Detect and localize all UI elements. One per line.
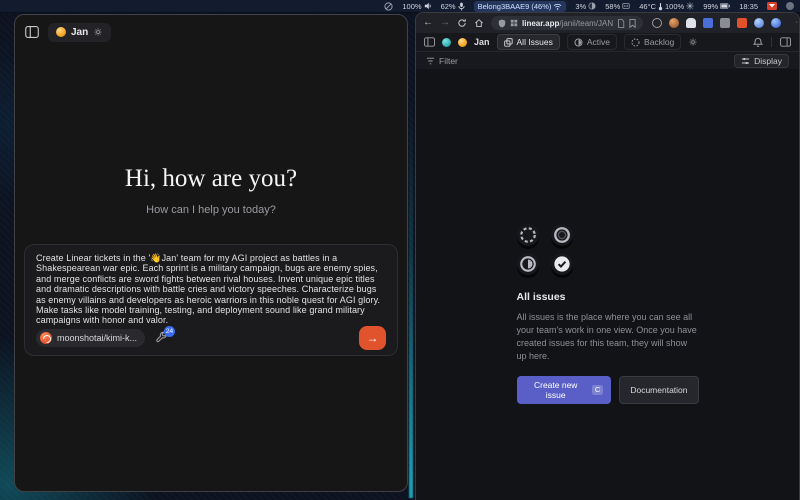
battery-icon <box>720 3 730 9</box>
active-icon <box>574 38 583 47</box>
filter-button[interactable]: Filter <box>426 56 458 66</box>
shortcut-badge: C <box>592 385 603 395</box>
display-sliders-icon <box>741 57 750 65</box>
workspace-avatar[interactable] <box>442 38 451 47</box>
tab-active[interactable]: Active <box>567 34 617 50</box>
network-indicator[interactable]: Belong3BAAE9 (46%) <box>474 1 567 12</box>
tab-all-issues[interactable]: All Issues <box>497 34 560 50</box>
extension-avatar-icon[interactable] <box>669 18 679 28</box>
gear-icon[interactable] <box>93 27 103 37</box>
jan-app-window: 👋 Jan Hi, how are you? How can I help yo… <box>14 14 408 492</box>
browser-home-button[interactable] <box>474 18 484 28</box>
extension-globe-icon[interactable] <box>652 18 662 28</box>
tab-backlog[interactable]: Backlog <box>624 34 681 50</box>
divider <box>771 37 772 47</box>
dnd-icon[interactable] <box>384 2 393 11</box>
volume-indicator[interactable]: 100% <box>402 2 431 11</box>
model-selector[interactable]: moonshotai/kimi-k... <box>36 329 145 347</box>
cpu-indicator[interactable]: 3% <box>575 2 596 11</box>
overflow-menu-icon[interactable]: ⋯ <box>795 18 800 28</box>
mic-icon <box>458 2 465 11</box>
mic-indicator[interactable]: 62% <box>441 2 465 11</box>
url-host: linear.app <box>522 19 559 28</box>
right-panel-toggle-icon[interactable] <box>780 37 791 47</box>
sidebar-toggle-icon[interactable] <box>25 26 39 38</box>
done-status-icon <box>551 253 573 275</box>
extension-sphere-icon[interactable] <box>754 18 764 28</box>
in-progress-status-icon <box>517 253 539 275</box>
linear-header: 👋 Jan All Issues Active Backlog <box>416 33 799 52</box>
cpu-icon <box>588 2 596 10</box>
linear-main-area: All issues All issues is the place where… <box>416 69 799 500</box>
wifi-icon <box>553 3 562 10</box>
empty-state-actions: Create new issue C Documentation <box>517 376 699 404</box>
browser-toolbar: ← → linear.app/janii/team/JANAPP/all <box>416 13 799 33</box>
linear-header-right <box>753 37 791 48</box>
battery-indicator[interactable]: 99% <box>703 2 730 11</box>
extensions-row <box>652 18 781 28</box>
address-bar[interactable]: linear.app/janii/team/JANAPP/all <box>491 16 643 30</box>
tray-app-icon[interactable] <box>786 2 794 10</box>
backlog-status-icon <box>517 224 539 246</box>
site-settings-icon <box>510 19 518 27</box>
temperature-indicator[interactable]: 46°C 100% <box>639 2 694 11</box>
shield-icon <box>498 19 506 28</box>
extension-chat-icon[interactable] <box>703 18 713 28</box>
empty-state-title: All issues <box>517 291 699 303</box>
browser-window: ← → linear.app/janii/team/JANAPP/all <box>415 12 800 500</box>
backlog-icon <box>631 38 640 47</box>
display-button[interactable]: Display <box>734 54 789 68</box>
mail-icon[interactable] <box>767 2 777 10</box>
linear-filter-row: Filter Display <box>416 52 799 69</box>
extension-cloud-icon[interactable] <box>686 18 696 28</box>
thread-team-name: Jan <box>71 27 88 38</box>
greeting-title: Hi, how are you? <box>15 165 407 193</box>
page-info-icon[interactable] <box>617 19 625 28</box>
todo-status-icon <box>551 224 573 246</box>
all-issues-empty-state: All issues All issues is the place where… <box>517 224 699 500</box>
tools-count-badge: 24 <box>164 326 175 337</box>
browser-back-button[interactable]: ← <box>423 18 433 28</box>
thread-team-selector[interactable]: 👋 Jan <box>48 23 111 42</box>
prompt-card: Create Linear tickets in the '👋Jan' team… <box>24 244 398 356</box>
extension-calendar-icon[interactable] <box>737 18 747 28</box>
prompt-controls: moonshotai/kimi-k... 24 → <box>36 326 386 350</box>
speaker-icon <box>424 2 432 10</box>
wallpaper-glow <box>409 90 413 498</box>
model-name: moonshotai/kimi-k... <box>57 333 137 343</box>
memory-icon <box>622 2 630 10</box>
thermometer-icon <box>658 2 663 11</box>
team-wave-emoji: 👋 <box>458 38 467 47</box>
notifications-bell-icon[interactable] <box>753 37 763 48</box>
moonshot-logo-icon <box>40 332 52 344</box>
fan-icon <box>686 2 694 10</box>
memory-indicator[interactable]: 58% <box>605 2 630 11</box>
linear-sidebar-toggle-icon[interactable] <box>424 37 435 47</box>
browser-forward-button[interactable]: → <box>440 18 450 28</box>
filter-funnel-icon <box>426 57 435 65</box>
empty-state-description: All issues is the place where you can se… <box>517 311 699 363</box>
create-new-issue-button[interactable]: Create new issue C <box>517 376 612 404</box>
clock: 18:35 <box>739 2 758 11</box>
view-settings-gear-icon[interactable] <box>688 37 698 47</box>
desktop: 100% 62% Belong3BAAE9 (46%) 3% 58% 46°C … <box>0 0 800 500</box>
url-text: linear.app/janii/team/JANAPP/all <box>522 19 613 28</box>
bookmark-icon[interactable] <box>629 19 636 28</box>
all-issues-icon <box>504 38 513 47</box>
url-path: /janii/team/JANAPP/all <box>559 19 613 28</box>
browser-reload-button[interactable] <box>457 18 467 28</box>
jan-header: 👋 Jan <box>15 15 407 49</box>
linear-team-name: Jan <box>474 37 490 47</box>
send-button[interactable]: → <box>359 326 386 350</box>
wave-emoji: 👋 <box>56 27 66 37</box>
extension-bot-icon[interactable] <box>771 18 781 28</box>
greeting-block: Hi, how are you? How can I help you toda… <box>15 165 407 216</box>
extension-gallery-icon[interactable] <box>720 18 730 28</box>
tools-button[interactable]: 24 <box>155 331 171 345</box>
prompt-input[interactable]: Create Linear tickets in the '👋Jan' team… <box>36 253 386 326</box>
greeting-subtitle: How can I help you today? <box>15 204 407 216</box>
status-icons-grid <box>517 224 699 275</box>
documentation-button[interactable]: Documentation <box>619 376 698 404</box>
